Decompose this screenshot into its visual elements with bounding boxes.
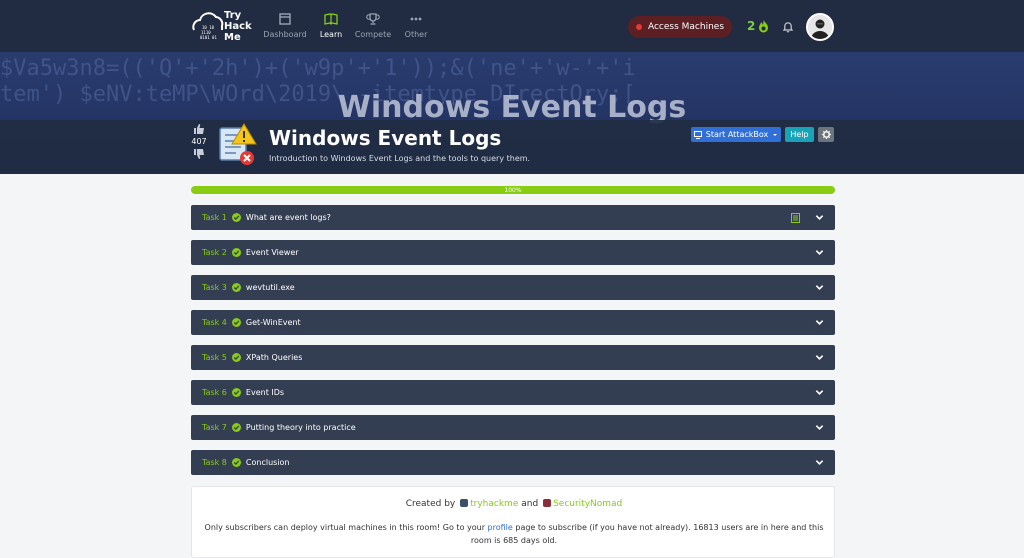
check-circle-icon	[231, 353, 241, 362]
dots-icon	[410, 17, 422, 21]
task-number: Task 8	[202, 458, 227, 467]
task-number: Task 2	[202, 248, 227, 257]
start-attackbox-button[interactable]: Start AttackBox	[691, 127, 781, 142]
check-circle-icon	[231, 248, 241, 257]
nav-dashboard[interactable]: Dashboard	[260, 12, 310, 39]
and-label: and	[521, 499, 539, 509]
task-title: Putting theory into practice	[245, 423, 356, 432]
created-by-label: Created by	[405, 499, 456, 509]
task-number: Task 6	[202, 388, 227, 397]
task-title: Get-WinEvent	[245, 318, 301, 327]
trophy-icon	[366, 13, 380, 25]
streak-count: 2	[747, 19, 756, 33]
chevron-down-icon[interactable]	[815, 248, 824, 257]
attackbox-label: Start AttackBox	[705, 130, 769, 139]
author-link-securitynomad[interactable]: SecurityNomad	[553, 499, 622, 509]
room-progress-bar: 100%	[191, 186, 835, 194]
bell-icon[interactable]	[782, 20, 794, 33]
room-icon	[219, 123, 257, 165]
task-row[interactable]: Task 3 wevtutil.exe	[191, 275, 835, 300]
chevron-down-icon[interactable]	[815, 458, 824, 467]
logo-word-hack: Hack	[224, 21, 252, 32]
vote-widget: 407	[190, 124, 208, 159]
thumbs-up-icon[interactable]	[193, 124, 205, 134]
progress-label: 100%	[504, 186, 522, 194]
check-circle-icon	[231, 458, 241, 467]
access-machines-button[interactable]: Access Machines	[628, 16, 732, 38]
author-avatar	[543, 499, 552, 507]
caret-down-icon[interactable]	[772, 132, 778, 138]
help-button[interactable]: Help	[785, 127, 814, 142]
task-title: wevtutil.exe	[245, 283, 295, 292]
task-row[interactable]: Task 5 XPath Queries	[191, 345, 835, 370]
gear-icon	[821, 130, 831, 139]
top-navbar: 10 10 1110 0101 01 Try Hack Me Dashboard…	[0, 0, 1024, 52]
document-icon[interactable]	[791, 213, 800, 223]
created-by-line: Created by tryhackme and SecurityNomad	[192, 499, 836, 509]
progress-fill: 100%	[191, 186, 835, 194]
notice-text-start: Only subscribers can deploy virtual mach…	[204, 523, 485, 532]
logo-word-me: Me	[224, 32, 241, 43]
task-row[interactable]: Task 2 Event Viewer	[191, 240, 835, 265]
task-row[interactable]: Task 8 Conclusion	[191, 450, 835, 475]
check-circle-icon	[231, 283, 241, 292]
task-number: Task 5	[202, 353, 227, 362]
room-header-strip	[0, 120, 1024, 174]
task-row[interactable]: Task 7 Putting theory into practice	[191, 415, 835, 440]
task-title: XPath Queries	[245, 353, 303, 362]
task-number: Task 3	[202, 283, 227, 292]
check-circle-icon	[231, 423, 241, 432]
avatar-image-icon	[808, 15, 832, 39]
chevron-down-icon[interactable]	[815, 318, 824, 327]
chevron-down-icon[interactable]	[815, 353, 824, 362]
nav-learn-label: Learn	[319, 30, 343, 39]
flame-icon[interactable]	[757, 19, 770, 33]
user-avatar[interactable]	[806, 13, 834, 41]
nav-other-label: Other	[404, 30, 428, 39]
task-number: Task 1	[202, 213, 227, 222]
thumbs-down-icon[interactable]	[193, 149, 205, 159]
book-icon	[324, 13, 338, 25]
chevron-down-icon[interactable]	[815, 283, 824, 292]
task-title: What are event logs?	[245, 213, 331, 222]
task-title: Conclusion	[245, 458, 290, 467]
nav-other[interactable]: Other	[391, 12, 441, 39]
nav-dashboard-label: Dashboard	[263, 30, 307, 39]
notice-text-end: page to subscribe (if you have not alrea…	[470, 523, 824, 545]
profile-link[interactable]: profile	[488, 523, 513, 532]
author-avatar	[460, 499, 469, 507]
room-info-card: Created by tryhackme and SecurityNomad O…	[191, 486, 835, 558]
dashboard-icon	[279, 13, 291, 25]
check-circle-icon	[231, 318, 241, 327]
task-number: Task 7	[202, 423, 227, 432]
svg-text:0101 01: 0101 01	[200, 35, 217, 40]
logo-wordmark: Try Hack Me	[224, 10, 252, 43]
task-row[interactable]: Task 6 Event IDs	[191, 380, 835, 405]
check-circle-icon	[231, 213, 241, 222]
settings-button[interactable]	[818, 127, 834, 142]
chevron-down-icon[interactable]	[815, 213, 824, 222]
subscriber-notice: Only subscribers can deploy virtual mach…	[202, 521, 826, 547]
task-number: Task 4	[202, 318, 227, 327]
chevron-down-icon[interactable]	[815, 388, 824, 397]
author-link-tryhackme[interactable]: tryhackme	[470, 499, 518, 509]
room-title: Windows Event Logs	[269, 126, 502, 150]
vote-count: 407	[191, 137, 207, 146]
task-row[interactable]: Task 4 Get-WinEvent	[191, 310, 835, 335]
check-circle-icon	[231, 388, 241, 397]
access-machines-label: Access Machines	[647, 22, 725, 32]
status-dot-icon	[635, 24, 642, 30]
task-title: Event Viewer	[245, 248, 299, 257]
logo-word-try: Try	[224, 10, 242, 21]
nav-compete-label: Compete	[354, 30, 392, 39]
monitor-icon	[693, 130, 702, 139]
room-description: Introduction to Windows Event Logs and t…	[269, 154, 531, 163]
task-title: Event IDs	[245, 388, 285, 397]
task-row[interactable]: Task 1 What are event logs?	[191, 205, 835, 230]
chevron-down-icon[interactable]	[815, 423, 824, 432]
